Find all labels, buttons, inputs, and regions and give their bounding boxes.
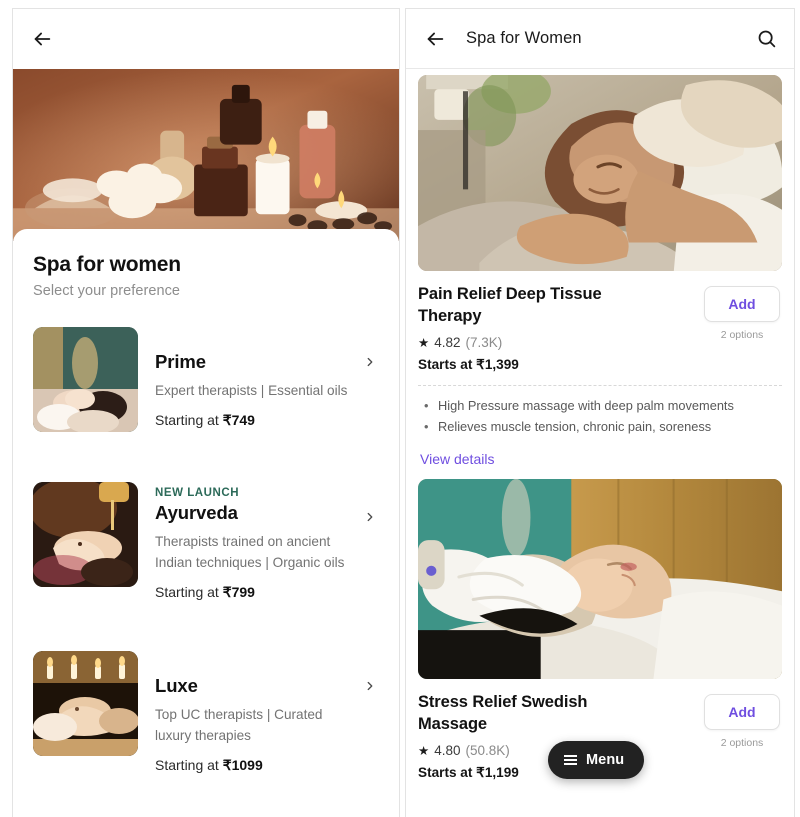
page-title: Spa for women [33,253,181,276]
service-bullets: High Pressure massage with deep palm mov… [406,386,794,437]
ayurveda-thumbnail [33,482,138,587]
rating-count: (50.8K) [465,742,510,758]
price-value: ₹1099 [222,757,263,774]
price-prefix: Starting at [155,412,223,429]
star-icon: ★ [418,743,430,758]
page-subtitle: Select your preference [33,283,180,299]
rating-value: 4.82 [434,334,461,350]
page-title: Spa for Women [466,29,582,47]
preference-description: Top UC therapists | Curated luxury thera… [155,707,323,744]
swedish-photo-art [418,479,782,680]
preference-item-ayurveda[interactable]: NEW LAUNCH Ayurveda Therapists trained o… [33,482,379,607]
preference-price: Starting at ₹1099 [155,757,379,774]
preference-price: Starting at ₹799 [155,584,379,601]
chevron-right-icon[interactable] [363,679,377,693]
luxe-details: Luxe Top UC therapists | Curated luxury … [138,651,379,774]
new-launch-badge: NEW LAUNCH [155,487,240,499]
service-title: Stress Relief Swedish Massage [418,693,588,734]
hamburger-icon [564,754,577,766]
preference-name: Luxe [155,675,198,697]
service-photo [418,75,782,271]
service-info: Pain Relief Deep Tissue Therapy ★ 4.82 (… [406,271,794,373]
service-main: Pain Relief Deep Tissue Therapy ★ 4.82 (… [418,284,704,373]
prime-details: Prime Expert therapists | Essential oils… [138,327,379,429]
hero-art-svg [13,69,399,241]
preference-sheet: Spa for women Select your preference Pri… [13,229,399,817]
service-list: Pain Relief Deep Tissue Therapy ★ 4.82 (… [406,75,794,781]
star-icon: ★ [418,335,430,350]
view-details-link[interactable]: View details [420,451,494,467]
chevron-right-icon[interactable] [363,355,377,369]
luxe-thumb-art [33,651,138,757]
ayurveda-thumb-art [33,482,138,587]
price-value: ₹749 [222,412,255,429]
service-photo [418,479,782,680]
preference-description: Expert therapists | Essential oils [155,383,348,398]
service-title: Pain Relief Deep Tissue Therapy [418,285,602,325]
service-cta: Add 2 options [704,284,780,341]
left-phone-screen: Spa for women Select your preference Pri… [12,8,400,817]
service-cta: Add 2 options [704,692,780,749]
preference-list: Prime Expert therapists | Essential oils… [33,327,379,780]
price-prefix: Starting at [155,757,223,774]
preference-name: Ayurveda [155,502,238,523]
service-bullet: High Pressure massage with deep palm mov… [424,395,780,416]
menu-label: Menu [586,752,625,768]
price-prefix: Starting at [155,584,223,601]
service-price: Starts at ₹1,399 [418,356,519,372]
right-phone-screen: Spa for Women Pain Relief Deep Tissue Th… [405,8,795,817]
left-topbar [13,9,399,69]
deep-tissue-photo-art [418,75,782,271]
luxe-thumbnail [33,651,138,757]
ayurveda-details: NEW LAUNCH Ayurveda Therapists trained o… [138,482,379,601]
preference-name: Prime [155,351,206,372]
service-card-deep-tissue: Pain Relief Deep Tissue Therapy ★ 4.82 (… [406,75,794,469]
right-topbar: Spa for Women [406,9,794,69]
rating-value: 4.80 [434,742,461,758]
prime-thumbnail [33,327,138,432]
service-bullet: Relieves muscle tension, chronic pain, s… [424,416,780,437]
preference-description: Therapists trained on ancient Indian tec… [155,534,345,571]
preference-item-prime[interactable]: Prime Expert therapists | Essential oils… [33,327,379,438]
prime-thumb-art [33,327,138,432]
dual-screenshot-container: Spa for women Select your preference Pri… [0,0,800,817]
preference-price: Starting at ₹749 [155,412,379,429]
add-button[interactable]: Add [704,694,780,731]
back-arrow-icon[interactable] [422,26,448,52]
add-button[interactable]: Add [704,286,780,322]
service-rating: ★ 4.82 (7.3K) [418,335,694,350]
back-arrow-icon[interactable] [29,26,55,52]
options-note: 2 options [720,737,764,750]
chevron-right-icon[interactable] [363,510,377,524]
price-value: ₹799 [222,584,255,601]
search-icon[interactable] [754,27,778,51]
menu-floating-button[interactable]: Menu [548,741,645,779]
options-note: 2 options [720,329,764,341]
preference-item-luxe[interactable]: Luxe Top UC therapists | Curated luxury … [33,651,379,780]
rating-count: (7.3K) [465,334,503,350]
service-card-swedish: Stress Relief Swedish Massage ★ 4.80 (50… [406,479,794,781]
hero-banner-image [13,69,399,241]
